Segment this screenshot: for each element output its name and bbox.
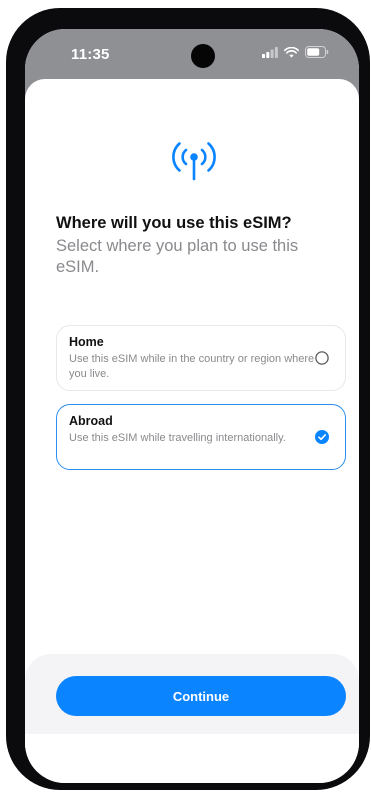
option-title: Home (69, 335, 104, 349)
phone-screen: 11:35 Where will you use this eSIM? Sele… (25, 29, 359, 783)
option-abroad[interactable]: Abroad Use this eSIM while travelling in… (56, 404, 346, 470)
status-bar: 11:35 (25, 29, 359, 77)
cellular-signal-icon (262, 46, 278, 58)
wifi-icon (284, 46, 299, 58)
question-title: Where will you use this eSIM? (56, 214, 292, 232)
option-title: Abroad (69, 414, 113, 428)
radio-unselected-icon[interactable] (315, 351, 329, 365)
option-description: Use this eSIM while in the country or re… (69, 353, 315, 380)
option-description: Use this eSIM while travelling internati… (69, 432, 286, 444)
battery-icon (305, 46, 329, 58)
status-icons (262, 46, 329, 58)
question-subtitle: Select where you plan to use this eSIM. (56, 237, 299, 276)
option-home[interactable]: Home Use this eSIM while in the country … (56, 325, 346, 391)
radio-selected-checkmark-icon[interactable] (315, 430, 329, 444)
status-time: 11:35 (71, 46, 110, 63)
phone-frame: 11:35 Where will you use this eSIM? Sele… (6, 8, 370, 790)
continue-button[interactable]: Continue (56, 676, 346, 716)
antenna-signal-icon (163, 131, 225, 193)
camera-island (191, 44, 215, 68)
